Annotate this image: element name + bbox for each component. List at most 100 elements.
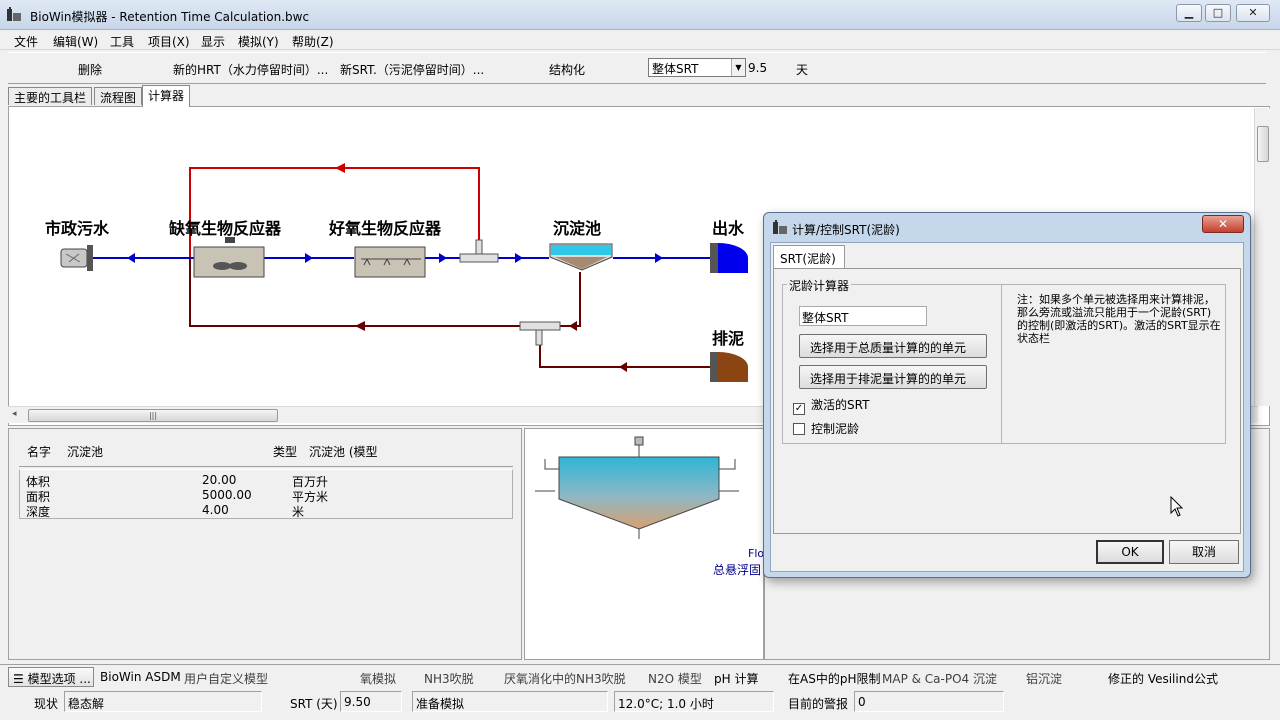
select-waste-units-button[interactable]: 选择用于排泥量计算的的单元	[799, 365, 987, 389]
effluent-label: 出水	[712, 219, 745, 238]
group-title: 泥龄计算器	[787, 277, 852, 294]
clarifier-preview-image	[535, 436, 739, 539]
preview-clarifier-tank	[558, 456, 720, 530]
menu-bar: 文件 编辑(W) 工具 项目(X) 显示 模拟(Y) 帮助(Z)	[0, 30, 1280, 50]
cancel-button[interactable]: 取消	[1169, 540, 1239, 564]
group-divider	[1001, 285, 1002, 443]
flow-arrow-icon	[515, 253, 523, 263]
srt-unit: 天	[796, 63, 809, 77]
internal-recycle-line[interactable]	[189, 167, 480, 259]
structure-button[interactable]: 结构化	[549, 61, 585, 78]
scroll-thumb[interactable]: |||	[28, 409, 278, 422]
scroll-left-icon[interactable]: ◂	[12, 409, 17, 419]
anoxic-reactor[interactable]	[193, 246, 265, 278]
list-icon: ☰	[13, 672, 24, 686]
model-al-precip[interactable]: 铝沉淀	[1026, 670, 1062, 687]
close-window-button[interactable]: ✕	[1236, 4, 1270, 22]
prop-value: 5000.00	[202, 488, 252, 502]
waste-outlet[interactable]	[718, 352, 748, 382]
menu-file[interactable]: 文件	[14, 33, 38, 50]
model-ph-calc[interactable]: pH 计算	[714, 670, 758, 687]
dialog-close-button[interactable]: ✕	[1202, 215, 1244, 233]
recycle-arrow-icon	[335, 163, 345, 173]
dropdown-arrow-icon[interactable]: ▼	[731, 59, 745, 76]
name-label: 名字	[27, 445, 52, 459]
waste-line[interactable]	[539, 326, 714, 368]
control-srt-checkbox-row[interactable]: 控制泥龄	[793, 420, 859, 437]
model-n2o[interactable]: N2O 模型	[648, 670, 702, 687]
prop-unit: 米	[292, 505, 305, 519]
menu-tools[interactable]: 工具	[110, 33, 134, 50]
vertical-scrollbar[interactable]	[1254, 108, 1270, 406]
aerobic-reactor-label: 好氧生物反应器	[329, 219, 442, 238]
mixer-blade-icon	[213, 262, 231, 270]
maximize-button[interactable]: □	[1205, 4, 1231, 22]
srt-tab-page: 泥龄计算器 整体SRT 选择用于总质量计算的的单元 选择用于排泥量计算的的单元 …	[773, 268, 1241, 534]
model-options-button[interactable]: ☰ 模型选项 ...	[8, 667, 94, 687]
clarifier-preview-panel: Flo 总悬浮固	[524, 428, 764, 660]
tab-srt[interactable]: SRT(泥龄)	[773, 245, 845, 269]
preview-drive	[634, 436, 644, 446]
model-ph-limit[interactable]: 在AS中的pH限制	[788, 670, 880, 687]
tab-main-toolbar[interactable]: 主要的工具栏	[8, 87, 93, 105]
model-biowin-asdm[interactable]: BioWin ASDM	[100, 670, 181, 684]
window-title: BioWin模拟器 - Retention Time Calculation.b…	[30, 10, 310, 24]
properties-header: 名字 沉淀池 类型 沉淀池 (模型	[19, 437, 513, 467]
alarm-field: 0	[854, 691, 1004, 712]
waste-label: 排泥	[712, 329, 745, 348]
model-user-defined[interactable]: 用户自定义模型	[184, 670, 268, 687]
ras-arrow-icon	[569, 321, 577, 331]
select-mass-units-button[interactable]: 选择用于总质量计算的的单元	[799, 334, 987, 358]
model-oxygen[interactable]: 氧模拟	[360, 670, 396, 687]
model-options-label: 模型选项 ...	[27, 672, 91, 686]
control-srt-label: 控制泥龄	[811, 422, 860, 436]
name-value: 沉淀池	[67, 445, 104, 459]
mouse-cursor-icon	[1170, 496, 1184, 517]
properties-table: 体积 20.00 百万升 面积 5000.00 平方米 深度 4.00 米	[19, 469, 513, 519]
effluent-flange	[710, 243, 718, 273]
srt-mode-value: 整体SRT	[652, 62, 699, 76]
ok-button[interactable]: OK	[1096, 540, 1164, 564]
sludge-age-calculator-group: 泥龄计算器 整体SRT 选择用于总质量计算的的单元 选择用于排泥量计算的的单元 …	[782, 277, 1226, 444]
tab-flowsheet[interactable]: 流程图	[94, 87, 143, 105]
new-srt-button[interactable]: 新SRT.（污泥停留时间）...	[340, 61, 484, 78]
srt-name-input[interactable]: 整体SRT	[799, 306, 927, 326]
recycle-splitter[interactable]	[459, 253, 499, 263]
preview-tss-label: 总悬浮固	[713, 563, 762, 577]
model-vesilind[interactable]: 修正的 Vesilind公式	[1108, 670, 1218, 687]
menu-view[interactable]: 显示	[201, 33, 225, 50]
tab-calculator[interactable]: 计算器	[142, 85, 191, 107]
alarm-label: 目前的警报	[788, 697, 849, 711]
model-nh3-stripping[interactable]: NH3吹脱	[424, 670, 474, 687]
flow-arrow-icon	[439, 253, 447, 263]
model-map-precip[interactable]: MAP & Ca-PO4 沉淀	[882, 670, 997, 687]
scroll-thumb[interactable]	[1257, 126, 1269, 162]
minimize-button[interactable]: ▁	[1176, 4, 1202, 22]
ras-splitter[interactable]	[519, 321, 561, 331]
control-srt-checkbox[interactable]	[793, 423, 805, 435]
dialog-note: 注：如果多个单元被选择用来计算排泥，那么旁流或溢流只能用于一个泥龄(SRT)的控…	[1017, 293, 1221, 345]
effluent-outlet[interactable]	[718, 243, 748, 273]
biowin-app-icon[interactable]	[6, 7, 22, 23]
delete-button[interactable]: 删除	[78, 61, 102, 78]
new-hrt-button[interactable]: 新的HRT（水力停留时间）...	[173, 61, 328, 78]
menu-edit[interactable]: 编辑(W)	[53, 33, 98, 50]
biowin-app-icon	[773, 220, 787, 234]
ras-splitter-leg	[535, 329, 543, 346]
menu-project[interactable]: 项目(X)	[148, 33, 190, 50]
model-ad-nh3-stripping[interactable]: 厌氧消化中的NH3吹脱	[504, 670, 626, 687]
waste-flange	[710, 352, 718, 382]
flow-arrow-icon	[655, 253, 663, 263]
menu-help[interactable]: 帮助(Z)	[292, 33, 334, 50]
mixer-blade-icon	[229, 262, 247, 270]
active-srt-checkbox[interactable]: ✓	[793, 403, 805, 415]
srt-mode-select[interactable]: 整体SRT ▼	[648, 58, 746, 77]
srt-status-field: 9.50	[340, 691, 402, 712]
clarifier-water	[551, 245, 611, 255]
anoxic-reactor-label: 缺氧生物反应器	[169, 219, 282, 238]
menu-simulate[interactable]: 模拟(Y)	[238, 33, 279, 50]
dialog-body: SRT(泥龄) 泥龄计算器 整体SRT 选择用于总质量计算的的单元 选择用于排泥…	[770, 242, 1244, 572]
active-srt-checkbox-row[interactable]: ✓ 激活的SRT	[793, 396, 869, 415]
temperature-field: 12.0°C; 1.0 小时	[614, 691, 774, 712]
status-bar: 现状 稳态解 SRT (天) 9.50 准备模拟 12.0°C; 1.0 小时 …	[0, 690, 1280, 714]
